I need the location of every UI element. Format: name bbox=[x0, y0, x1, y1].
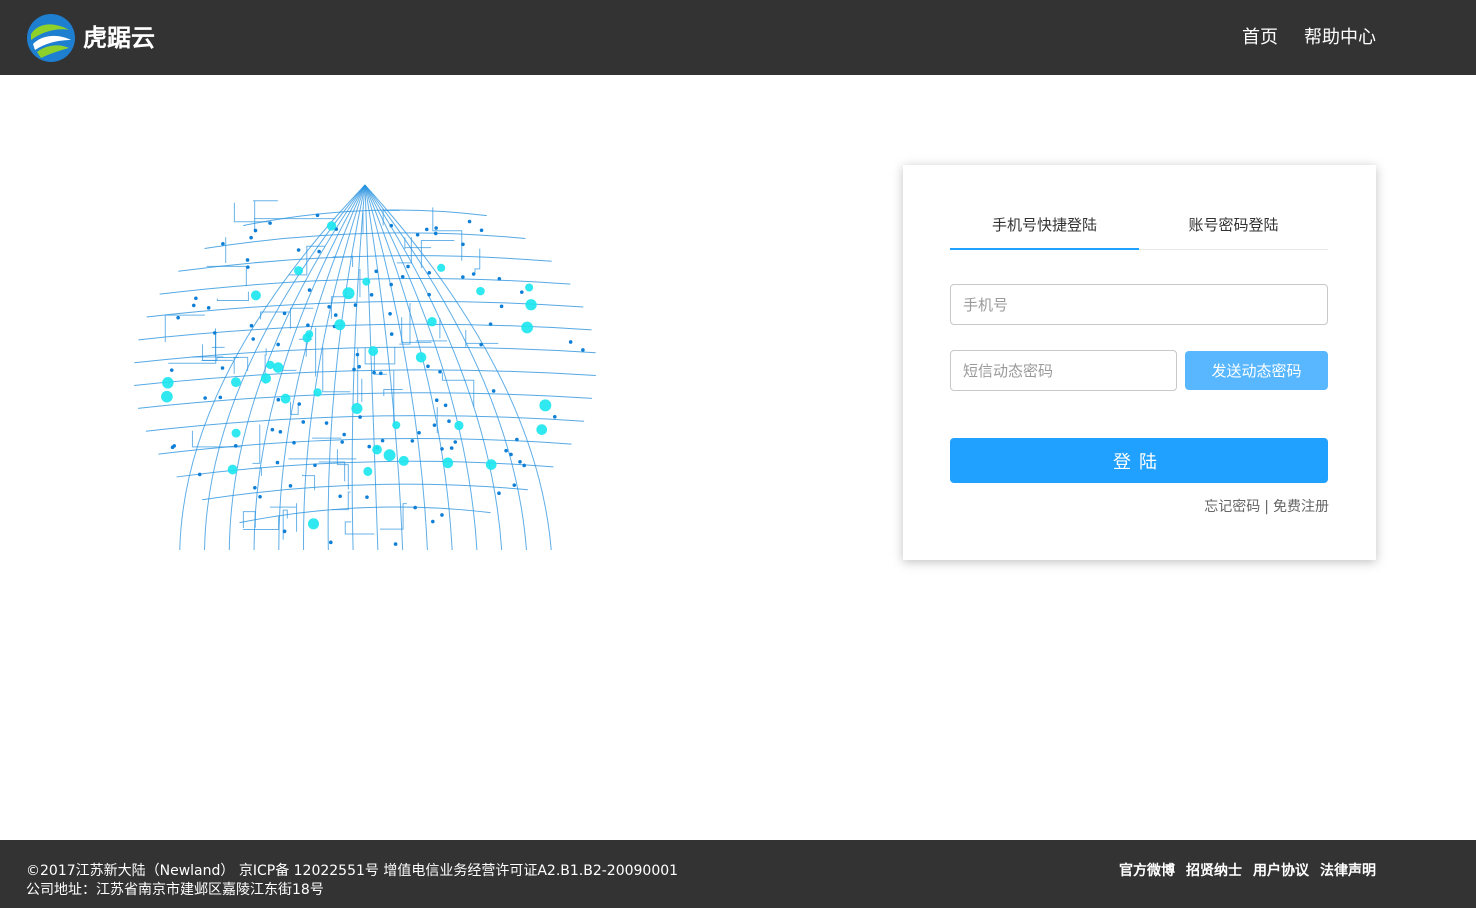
footer-link-careers[interactable]: 招贤纳士 bbox=[1186, 862, 1242, 881]
brand-logo-icon[interactable] bbox=[25, 12, 77, 64]
register-link[interactable]: 免费注册 bbox=[1273, 499, 1329, 515]
phone-input[interactable] bbox=[950, 284, 1328, 325]
top-nav: 首页 帮助中心 bbox=[1242, 24, 1376, 52]
nav-home-link[interactable]: 首页 bbox=[1242, 24, 1278, 52]
login-card: 手机号快捷登陆 账号密码登陆 发送动态密码 登陆 忘记密码|免费注册 bbox=[903, 165, 1376, 560]
link-separator: | bbox=[1264, 499, 1269, 515]
footer-address: 公司地址：江苏省南京市建邺区嘉陵江东街18号 bbox=[26, 882, 324, 898]
forgot-password-link[interactable]: 忘记密码 bbox=[1204, 499, 1260, 515]
footer-info: ©2017江苏新大陆（Newland） 京ICP备 12022551号 增值电信… bbox=[26, 862, 678, 900]
footer-link-weibo[interactable]: 官方微博 bbox=[1119, 862, 1175, 881]
top-header: 虎踞云 首页 帮助中心 bbox=[0, 0, 1476, 75]
footer-link-legal[interactable]: 法律声明 bbox=[1320, 862, 1376, 881]
tab-phone-quick-login[interactable]: 手机号快捷登陆 bbox=[950, 205, 1139, 250]
nav-help-center-link[interactable]: 帮助中心 bbox=[1304, 24, 1376, 52]
page-footer: ©2017江苏新大陆（Newland） 京ICP备 12022551号 增值电信… bbox=[0, 840, 1476, 908]
auth-links: 忘记密码 | 免费注册 bbox=[1204, 496, 1329, 516]
sms-code-input[interactable] bbox=[950, 350, 1177, 391]
footer-copyright: ©2017江苏新大陆（Newland） 京ICP备 12022551号 增值电信… bbox=[26, 863, 679, 879]
footer-links: 官方微博 招贤纳士 用户协议 法律声明 bbox=[1119, 862, 1376, 881]
footer-link-user-agreement[interactable]: 用户协议 bbox=[1253, 862, 1309, 881]
brand-name: 虎踞云 bbox=[83, 24, 155, 52]
tab-account-password-login[interactable]: 账号密码登陆 bbox=[1139, 205, 1328, 250]
login-tabs: 手机号快捷登陆 账号密码登陆 bbox=[950, 205, 1328, 250]
send-code-button[interactable]: 发送动态密码 bbox=[1185, 351, 1328, 390]
digital-globe-circuit-icon bbox=[134, 184, 596, 551]
login-submit-button[interactable]: 登陆 bbox=[950, 438, 1328, 483]
